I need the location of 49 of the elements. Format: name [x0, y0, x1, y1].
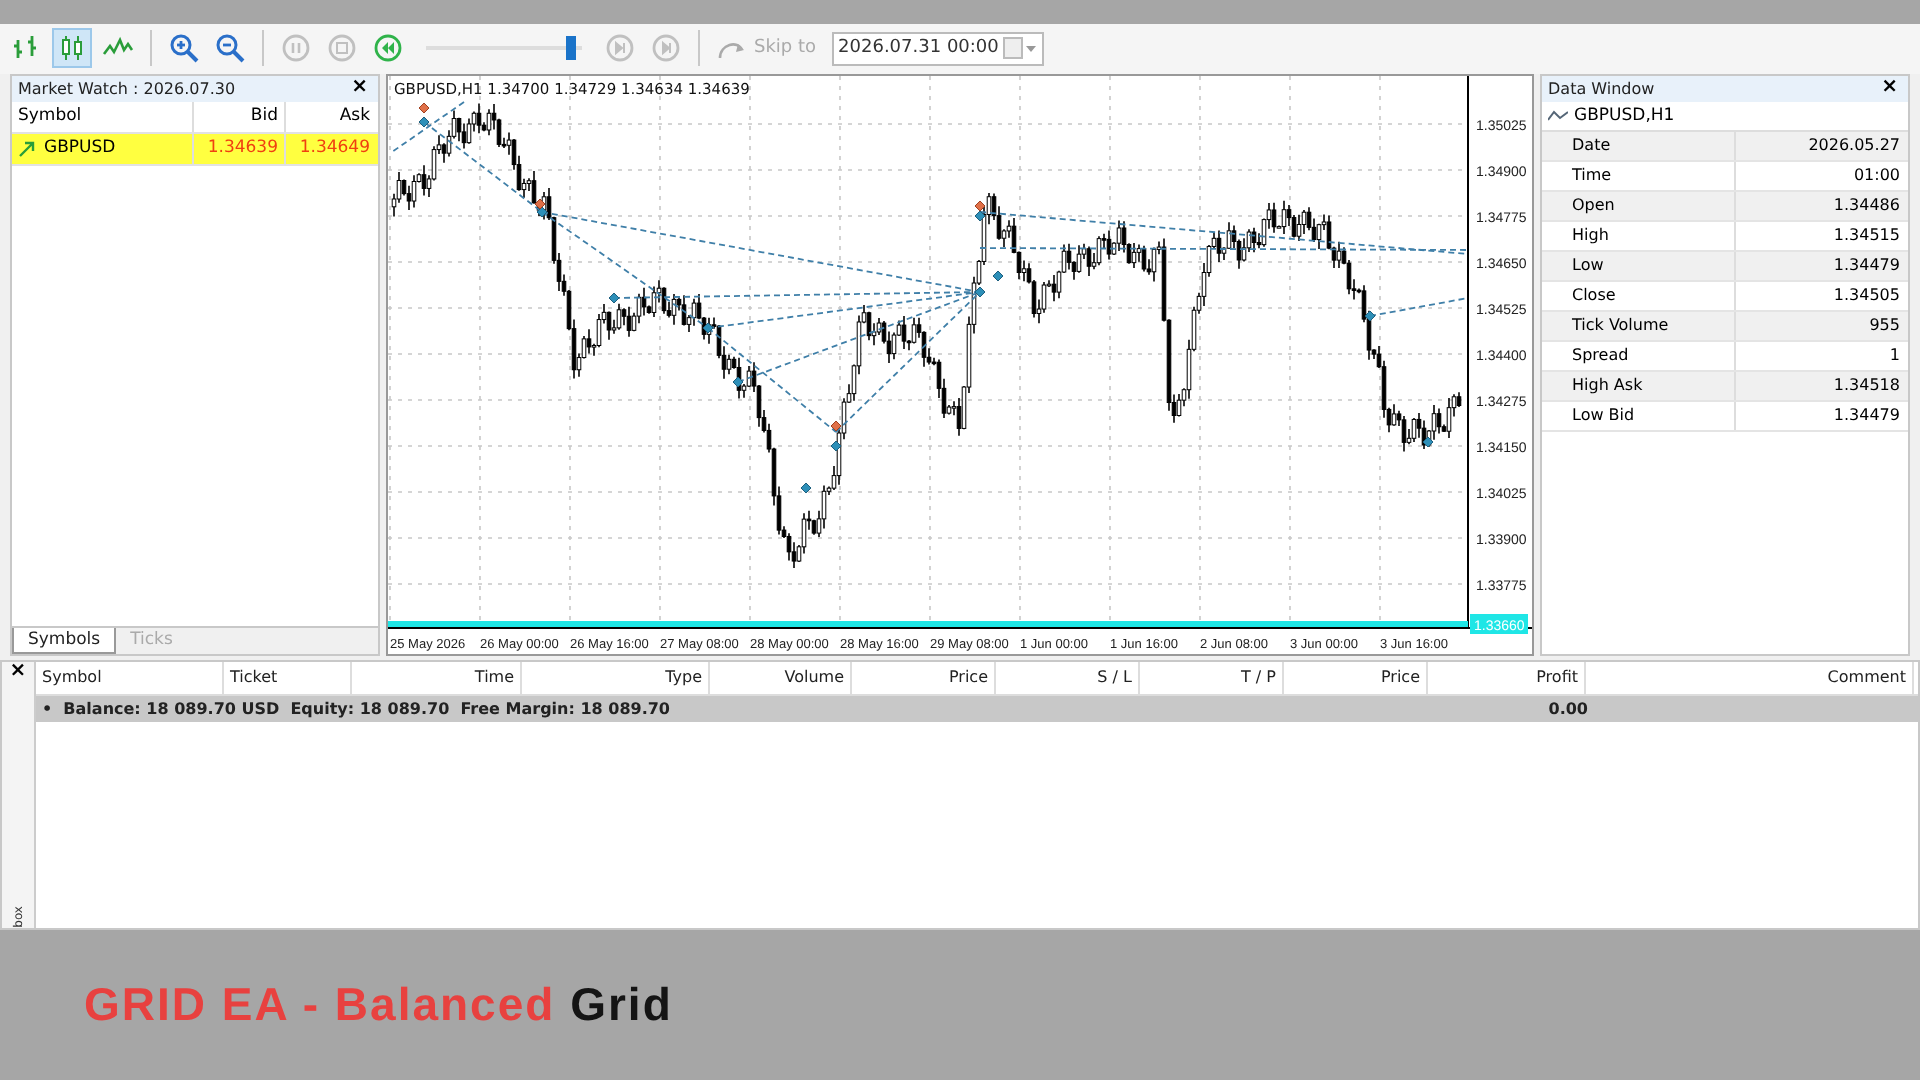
panel-title: Market Watch : 2026.07.30 — [18, 79, 236, 98]
profit-value: 0.00 — [1546, 699, 1590, 718]
data-label: Open — [1542, 191, 1736, 220]
close-button[interactable]: × — [347, 78, 372, 99]
column-header[interactable]: S / L — [996, 661, 1140, 694]
column-header[interactable]: Comment — [1586, 661, 1914, 694]
caption-title: GRID EA - Balanced Grid — [84, 978, 673, 1032]
column-header[interactable]: Ticket — [224, 661, 352, 694]
panel-tab[interactable]: Symbols — [12, 627, 117, 654]
data-value: 955 — [1867, 316, 1902, 335]
data-label: Time — [1542, 161, 1736, 190]
panel-title: Data Window — [1548, 79, 1655, 98]
data-value: 2026.05.27 — [1806, 136, 1902, 155]
data-label: Close — [1542, 281, 1736, 310]
symbol-row[interactable]: GBPUSD 1.34639 1.34649 — [12, 133, 378, 166]
data-value: 1.34515 — [1831, 226, 1902, 245]
data-value: 1.34479 — [1831, 256, 1902, 275]
data-label: High — [1542, 221, 1736, 250]
data-value: 1 — [1887, 346, 1902, 365]
data-label: Date — [1542, 131, 1736, 160]
ask-price: 1.34649 — [297, 136, 372, 163]
balance-summary: • Balance: 18 089.70 USD Equity: 18 089.70 Free Margin: 18 089.70 — [40, 699, 672, 718]
column-header[interactable]: Time — [352, 661, 522, 694]
data-label: Spread — [1542, 341, 1736, 370]
data-value: 1.34505 — [1831, 286, 1902, 305]
column-header[interactable]: Symbol — [36, 661, 224, 694]
symbol-name: GBPUSD — [44, 138, 116, 159]
column-header[interactable]: Volume — [710, 661, 852, 694]
data-value: 1.34479 — [1831, 406, 1902, 425]
column-header[interactable]: Profit — [1428, 661, 1586, 694]
data-label: Low Bid — [1542, 401, 1736, 430]
symbol-name: GBPUSD,H1 — [1574, 105, 1675, 126]
close-button[interactable]: × — [1877, 78, 1902, 99]
column-header[interactable]: T / P — [1140, 661, 1284, 694]
bid-price: 1.34639 — [194, 133, 286, 164]
column-header[interactable]: Price — [1284, 661, 1428, 694]
data-label: Low — [1542, 251, 1736, 280]
data-label: Tick Volume — [1542, 311, 1736, 340]
data-value: 1.34486 — [1831, 196, 1902, 215]
column-header[interactable]: Type — [522, 661, 710, 694]
data-value: 01:00 — [1851, 166, 1902, 185]
data-value: 1.34518 — [1831, 376, 1902, 395]
column-header[interactable]: Bid — [194, 101, 286, 132]
column-header[interactable]: Symbol — [12, 101, 194, 132]
column-header[interactable]: Price — [852, 661, 996, 694]
data-label: High Ask — [1542, 371, 1736, 400]
column-header[interactable]: Ask — [286, 101, 376, 132]
close-button[interactable]: × — [5, 661, 31, 682]
date-field[interactable]: 2026.07.31 00:00 — [832, 31, 1045, 66]
